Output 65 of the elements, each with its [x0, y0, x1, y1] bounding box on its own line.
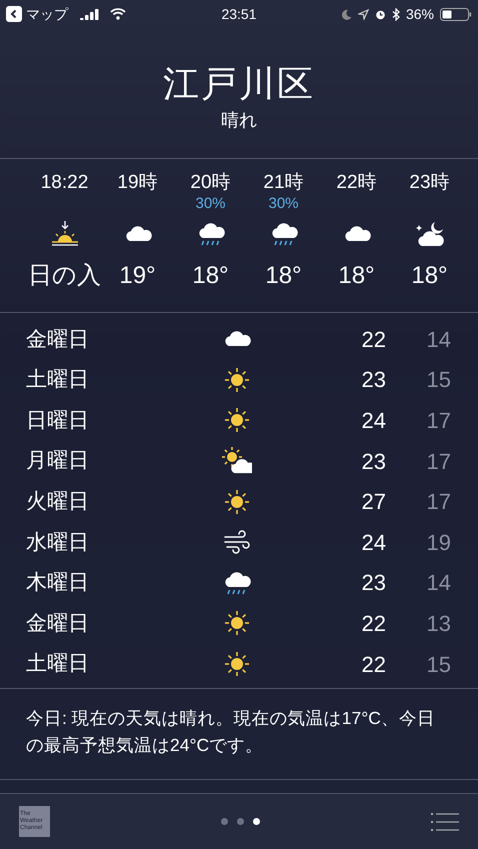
alarm-clock-icon	[374, 8, 386, 20]
day-name: 水曜日	[26, 530, 90, 556]
hour-temperature: 18°	[265, 262, 302, 290]
low-temperature: 17	[426, 448, 451, 476]
hour-temperature: 18°	[338, 262, 375, 290]
day-name: 土曜日	[26, 367, 90, 394]
battery-icon	[440, 8, 472, 20]
hour-temperature: 18°	[411, 262, 448, 290]
hour-temperature: 19°	[119, 262, 156, 290]
signal-icon	[80, 8, 100, 20]
sun-icon	[222, 609, 252, 638]
day-name: 土曜日	[26, 651, 90, 678]
wifi-icon	[110, 8, 126, 20]
low-temperature: 19	[426, 528, 451, 557]
low-temperature: 13	[426, 610, 451, 638]
clock-time: 23:51	[220, 4, 258, 24]
location-arrow-icon	[358, 8, 369, 20]
hour-label: 20時	[190, 172, 231, 194]
high-temperature: 23	[360, 366, 386, 394]
low-temperature: 15	[426, 650, 451, 679]
high-temperature: 23	[360, 569, 386, 598]
hour-label: 21時	[263, 172, 304, 194]
high-temperature: 24	[360, 406, 386, 435]
high-temperature: 22	[360, 610, 386, 638]
weather-summary: 今日: 現在の天気は晴れ。現在の気温は17°C、今日の最高予想気温は24°Cです。	[26, 707, 436, 758]
current-condition: 晴れ	[221, 109, 257, 132]
hour-label: 22時	[336, 172, 377, 194]
hour-temperature: 日の入	[28, 262, 101, 290]
low-temperature: 14	[426, 326, 451, 354]
bluetooth-icon	[392, 8, 400, 20]
battery-percent: 36%	[406, 4, 434, 24]
low-temperature: 17	[426, 406, 451, 435]
day-name: 金曜日	[26, 610, 90, 637]
hour-temperature: 18°	[192, 262, 229, 290]
sun-icon	[222, 650, 252, 678]
day-name: 日曜日	[26, 408, 90, 434]
low-temperature: 17	[426, 488, 451, 516]
location-name: 江戸川区	[163, 62, 315, 106]
hour-label: 23時	[409, 172, 450, 194]
sun-cloud-icon	[222, 447, 252, 476]
high-temperature: 23	[360, 448, 386, 476]
hour-label: 18:22	[40, 172, 88, 194]
high-temperature: 27	[360, 488, 386, 516]
precipitation-chance: 30%	[268, 195, 299, 212]
high-temperature: 22	[360, 650, 386, 679]
day-name: 金曜日	[26, 326, 90, 353]
back-label[interactable]: マップ	[26, 4, 68, 24]
sun-icon	[222, 488, 252, 516]
sun-icon	[222, 406, 252, 434]
sunset-icon	[50, 220, 80, 248]
low-temperature: 14	[426, 569, 451, 598]
day-name: 火曜日	[26, 488, 90, 515]
precipitation-chance: 30%	[195, 195, 226, 212]
hour-label: 19時	[117, 172, 158, 194]
list-menu-icon[interactable]	[431, 812, 459, 830]
back-chevron-icon[interactable]	[6, 6, 22, 22]
day-name: 木曜日	[26, 570, 90, 596]
sun-icon	[222, 366, 252, 394]
high-temperature: 24	[360, 528, 386, 557]
moon-cloud-icon	[414, 220, 444, 248]
moon-icon	[340, 8, 352, 20]
high-temperature: 22	[360, 326, 386, 354]
low-temperature: 15	[426, 366, 451, 394]
day-name: 月曜日	[26, 448, 90, 474]
wind-icon	[222, 528, 252, 556]
